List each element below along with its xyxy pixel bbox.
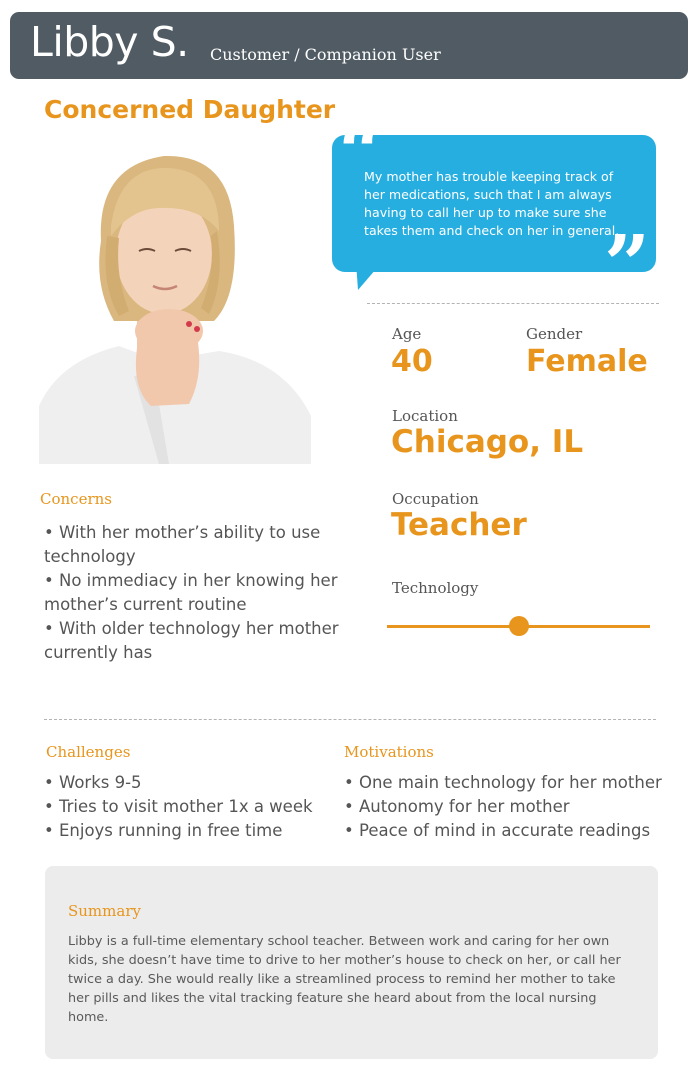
concerns-item: • No immediacy in her knowing her: [44, 571, 338, 590]
divider-middle: [44, 719, 656, 720]
concerns-list: • With her mother’s ability to use techn…: [44, 521, 339, 665]
portrait-illustration: [39, 146, 311, 464]
age-label: Age: [392, 325, 422, 343]
header-bar: Libby S. Customer / Companion User: [10, 12, 688, 79]
concerns-heading: Concerns: [40, 490, 112, 508]
age-value: 40: [391, 344, 433, 379]
motivations-list: • One main technology for her mother • Au…: [344, 771, 662, 843]
concerns-item: • With her mother’s ability to use: [44, 523, 321, 542]
persona-role: Customer / Companion User: [210, 45, 441, 64]
motivations-item: • Autonomy for her mother: [344, 797, 570, 816]
technology-label: Technology: [392, 579, 479, 597]
challenges-heading: Challenges: [46, 743, 131, 761]
technology-slider-knob: [508, 616, 529, 636]
motivations-heading: Motivations: [344, 743, 434, 761]
quote-text: My mother has trouble keeping track of h…: [364, 169, 620, 238]
challenges-item: • Enjoys running in free time: [44, 821, 283, 840]
challenges-list: • Works 9-5 • Tries to visit mother 1x a …: [44, 771, 313, 843]
location-value: Chicago, IL: [391, 424, 584, 460]
concerns-item: mother’s current routine: [44, 595, 247, 614]
gender-label: Gender: [526, 325, 583, 343]
gender-value: Female: [526, 344, 648, 379]
motivations-item: • One main technology for her mother: [344, 773, 662, 792]
quote-bubble-tail: [356, 262, 382, 290]
location-label: Location: [392, 407, 458, 425]
concerns-item: currently has: [44, 643, 153, 662]
challenges-item: • Works 9-5: [44, 773, 142, 792]
persona-name: Libby S.: [30, 18, 189, 66]
concerns-item: technology: [44, 547, 136, 566]
occupation-label: Occupation: [392, 490, 479, 508]
motivations-item: • Peace of mind in accurate readings: [344, 821, 651, 840]
persona-title: Concerned Daughter: [44, 95, 336, 124]
persona-photo: [39, 146, 311, 464]
summary-heading: Summary: [68, 902, 141, 920]
challenges-item: • Tries to visit mother 1x a week: [44, 797, 313, 816]
divider-quote: [367, 303, 659, 304]
occupation-value: Teacher: [391, 507, 527, 543]
concerns-item: • With older technology her mother: [44, 619, 339, 638]
summary-text: Libby is a full-time elementary school t…: [68, 934, 621, 1025]
